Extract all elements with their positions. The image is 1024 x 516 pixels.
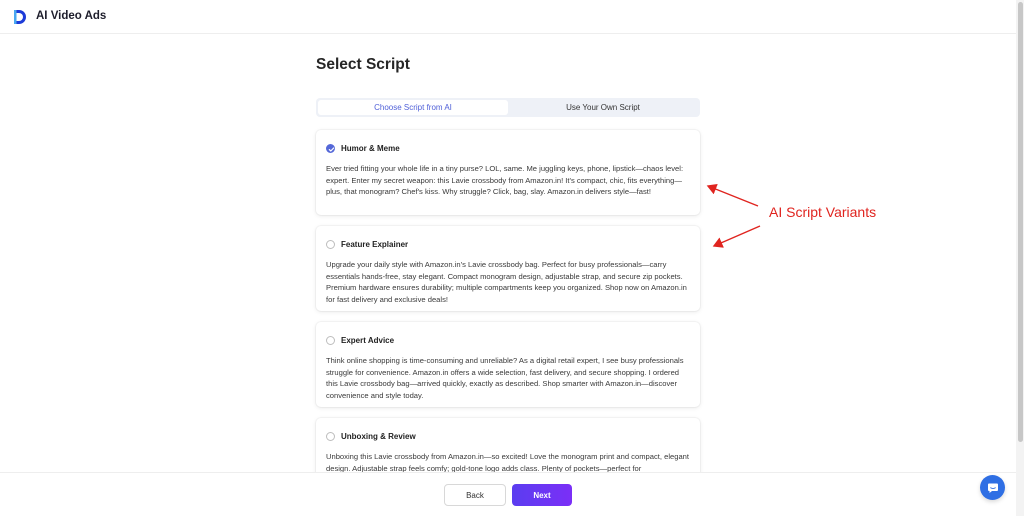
annotation-arrows	[706, 183, 761, 248]
script-card-humor-meme[interactable]: Humor & Meme Ever tried fitting your who…	[316, 130, 700, 215]
scrollbar-thumb[interactable]	[1018, 2, 1023, 442]
radio-unselected[interactable]	[326, 432, 335, 441]
top-bar: AI Video Ads	[0, 0, 1024, 34]
script-card-expert-advice[interactable]: Expert Advice Think online shopping is t…	[316, 322, 700, 407]
tab-choose-script-from-ai[interactable]: Choose Script from AI	[318, 100, 508, 115]
script-text: Ever tried fitting your whole life in a …	[326, 164, 684, 196]
script-title: Unboxing & Review	[341, 432, 416, 441]
arrow-line	[706, 183, 759, 207]
radio-unselected[interactable]	[326, 336, 335, 345]
tab-use-your-own-script[interactable]: Use Your Own Script	[508, 100, 698, 115]
scrollbar[interactable]	[1016, 0, 1024, 516]
page-title: Select Script	[316, 56, 410, 73]
script-title: Expert Advice	[341, 336, 395, 345]
script-text: Think online shopping is time-consuming …	[326, 356, 684, 400]
bottom-bar	[0, 472, 1016, 516]
chat-icon	[987, 483, 998, 493]
chat-button[interactable]	[980, 475, 1005, 500]
script-title: Humor & Meme	[341, 144, 400, 153]
next-button[interactable]: Next	[512, 484, 572, 506]
back-button[interactable]: Back	[444, 484, 506, 506]
script-source-tabs: Choose Script from AI Use Your Own Scrip…	[316, 98, 700, 117]
script-title: Feature Explainer	[341, 240, 409, 249]
app-title: AI Video Ads	[36, 10, 107, 22]
radio-unselected[interactable]	[326, 240, 335, 249]
check-icon	[328, 147, 335, 152]
script-card-feature-explainer[interactable]: Feature Explainer Upgrade your daily sty…	[316, 226, 700, 311]
radio-selected[interactable]	[326, 144, 335, 153]
annotation-label: AI Script Variants	[769, 204, 877, 220]
script-text: Unboxing this Lavie crossbody from Amazo…	[326, 452, 690, 473]
arrow-line	[712, 225, 761, 248]
logo-icon	[14, 10, 26, 24]
script-text: Upgrade your daily style with Amazon.in'…	[326, 260, 687, 304]
